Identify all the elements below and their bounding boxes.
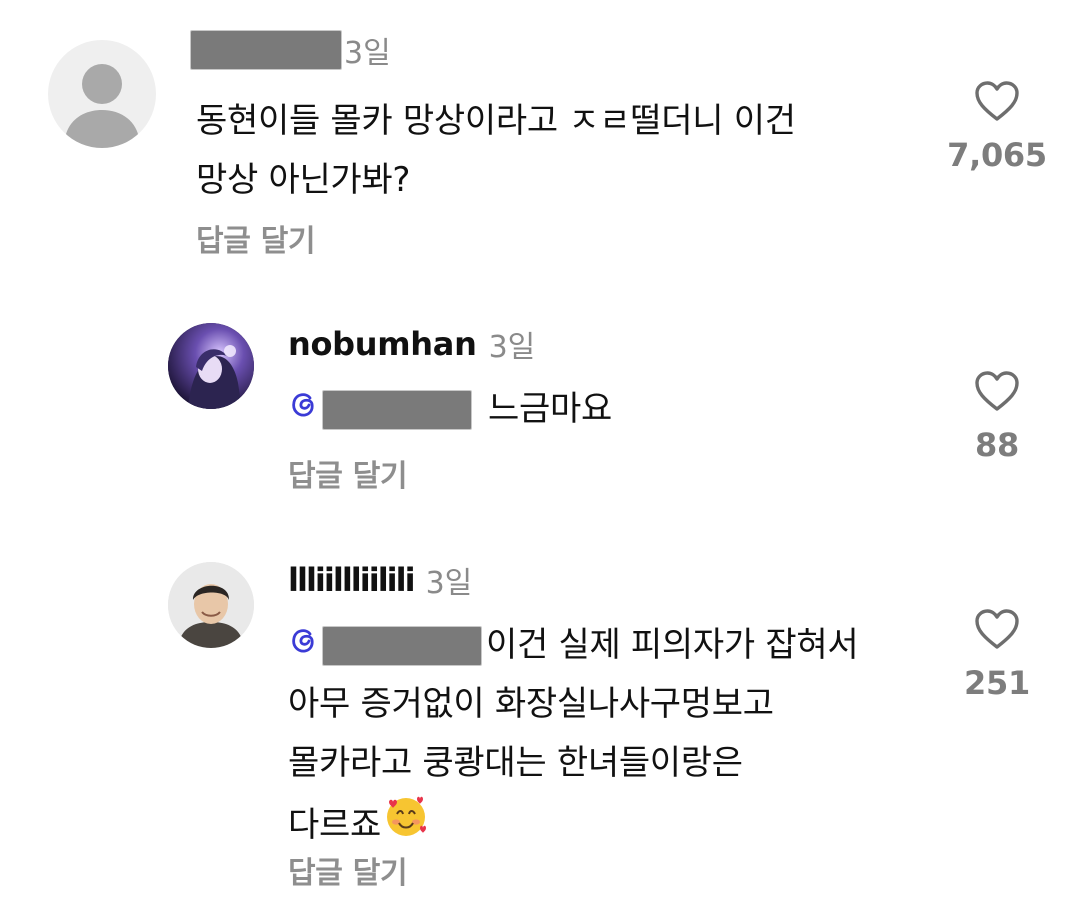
comment-text-line: 아무 증거없이 화장실나사구멍보고 [288,684,774,724]
comment-2: nobumhan 3일 느금마요 답글 달기 88 [0,300,1080,520]
comment-text: 이건 실제 피의자가 잡혀서 아무 증거없이 화장실나사구멍보고 몰카라고 쿵쾅… [288,616,859,858]
comment-text-line: 망상 아닌가봐? [196,160,411,200]
reply-button[interactable]: 답글 달기 [288,848,408,892]
comment-text-line: 이건 실제 피의자가 잡혀서 [288,616,859,675]
like-block: 7,065 [937,80,1057,174]
like-block: 251 [937,608,1057,702]
redacted-mention[interactable] [322,389,472,430]
like-count: 7,065 [947,136,1047,174]
comment-text: 느금마요 [288,380,612,439]
comment-meta: nobumhan 3일 [288,322,535,366]
threads-mention-icon[interactable] [288,616,318,675]
comment-text-body: 느금마요 [488,389,612,429]
reply-button[interactable]: 답글 달기 [288,451,408,495]
comment-text-line: 동현이들 몰카 망상이라고 ㅈㄹ떨더니 이건 [196,101,796,141]
redacted-mention[interactable] [322,625,482,666]
comment-text: 동현이들 몰카 망상이라고 ㅈㄹ떨더니 이건 망상 아닌가봐? [196,92,796,210]
comment-text-line: 몰카라고 쿵쾅대는 한녀들이랑은 [288,743,743,783]
threads-mention-icon[interactable] [288,380,318,439]
user-silhouette-icon [64,64,140,148]
like-count: 251 [964,664,1030,702]
heart-outline-icon[interactable] [974,608,1020,654]
like-block: 88 [937,370,1057,464]
default-avatar[interactable] [48,40,156,148]
redacted-username [190,30,342,70]
username[interactable]: llliillliilili [288,561,416,599]
comment-time: 3일 [425,566,473,601]
comment-1: 3일 동현이들 몰카 망상이라고 ㅈㄹ떨더니 이건 망상 아닌가봐? 답글 달기… [0,0,1080,280]
reply-button[interactable]: 답글 달기 [196,216,316,260]
comment-time: 3일 [344,36,391,71]
comment-time: 3일 [488,330,536,365]
comment-meta: 3일 [190,28,391,72]
heart-outline-icon[interactable] [974,370,1020,416]
person-photo-image [168,562,254,648]
comment-text-line: 느금마요 [288,380,612,439]
comment-3: llliillliilili 3일 이건 실제 피의자가 잡혀서 아무 증거없이… [0,540,1080,919]
comment-meta: llliillliilili 3일 [288,558,472,602]
like-count: 88 [975,426,1019,464]
username[interactable]: nobumhan [288,325,477,363]
anime-character-avatar[interactable] [168,323,254,409]
comment-text-body: 이건 실제 피의자가 잡혀서 [486,625,859,665]
person-photo-avatar[interactable] [168,562,254,648]
heart-outline-icon[interactable] [974,80,1020,126]
comment-text-body: 다르죠 [288,805,381,845]
character-portrait-image [168,323,254,409]
